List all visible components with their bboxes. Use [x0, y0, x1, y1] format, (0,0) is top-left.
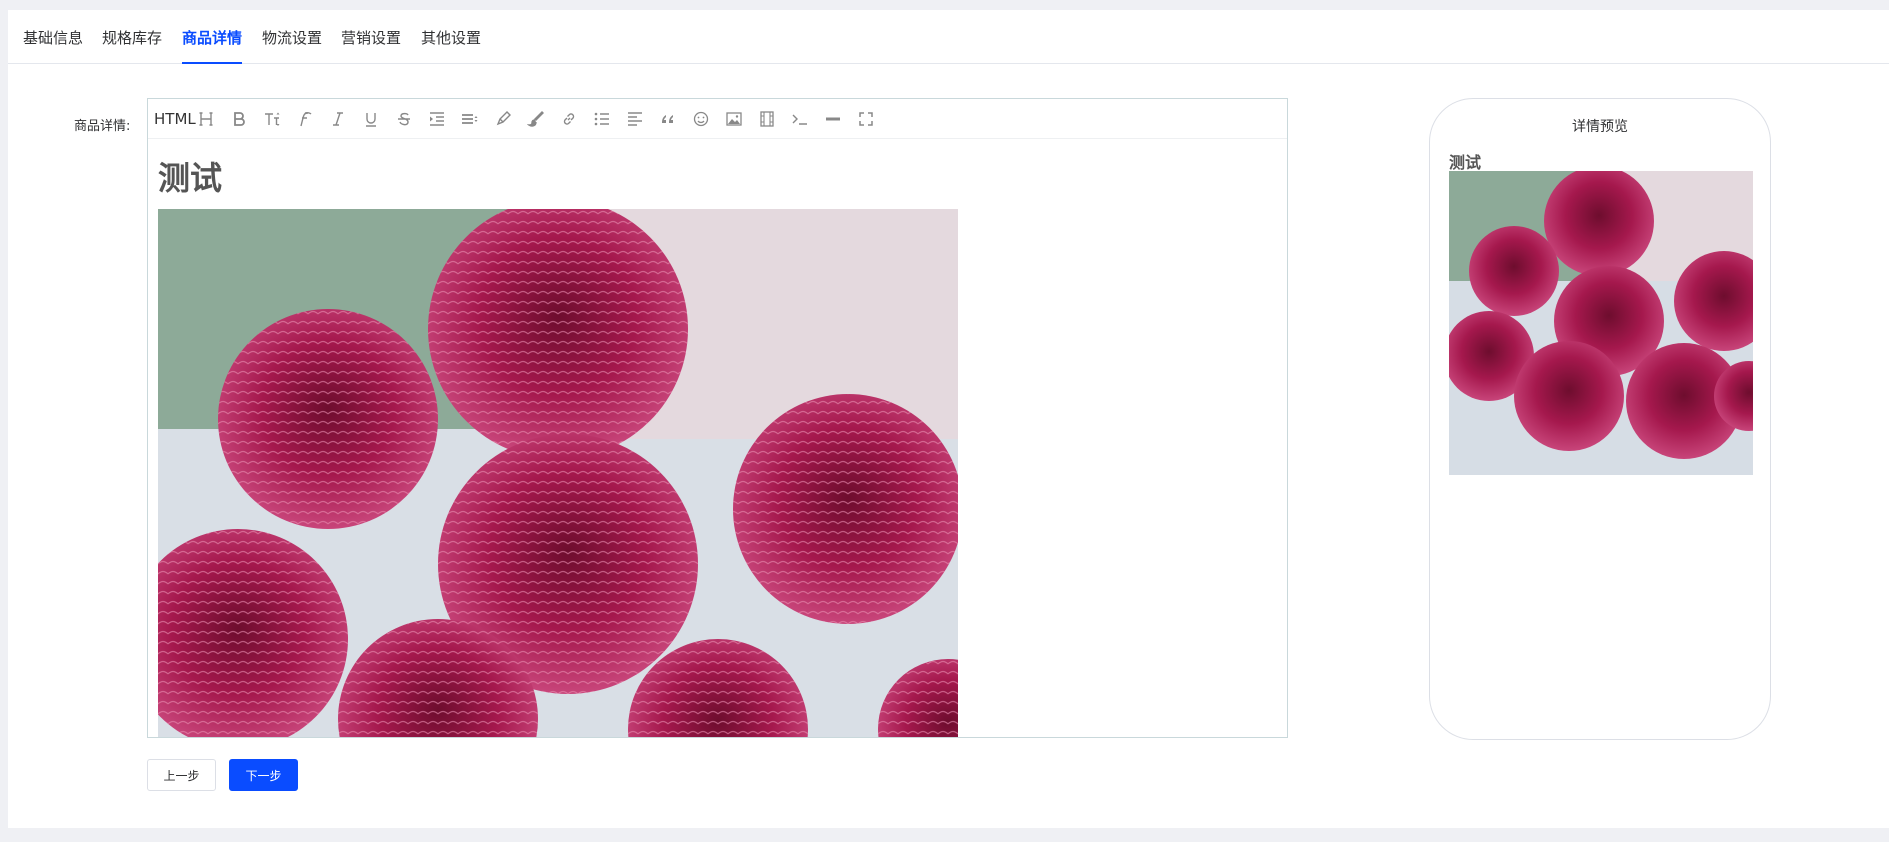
tab-bar: 基础信息 规格库存 商品详情 物流设置 营销设置 其他设置 — [8, 10, 1889, 64]
quote-icon[interactable] — [656, 107, 680, 131]
html-mode-button[interactable]: HTML — [154, 110, 196, 128]
tab-spec-stock[interactable]: 规格库存 — [102, 27, 162, 63]
flower-image — [158, 209, 958, 737]
editor-content-title: 测试 — [158, 159, 223, 197]
tab-product-detail[interactable]: 商品详情 — [182, 27, 243, 64]
italic-icon[interactable] — [326, 107, 350, 131]
link-icon[interactable] — [557, 107, 581, 131]
fore-color-icon[interactable] — [491, 107, 515, 131]
image-icon[interactable] — [722, 107, 746, 131]
tab-other[interactable]: 其他设置 — [421, 27, 481, 63]
preview-content-title: 测试 — [1449, 153, 1482, 172]
line-height-icon[interactable] — [458, 107, 482, 131]
back-color-icon[interactable] — [524, 107, 548, 131]
preview-title: 详情预览 — [1572, 119, 1628, 135]
heading-icon[interactable] — [194, 107, 218, 131]
rich-text-editor[interactable]: HTML 测试 — [147, 98, 1288, 738]
strikethrough-icon[interactable] — [392, 107, 416, 131]
prev-step-button[interactable]: 上一步 — [147, 759, 216, 791]
font-family-icon[interactable] — [293, 107, 317, 131]
emoticon-icon[interactable] — [689, 107, 713, 131]
bulleted-list-icon[interactable] — [590, 107, 614, 131]
tab-basic-info[interactable]: 基础信息 — [23, 27, 83, 63]
preview-flower-image — [1449, 171, 1753, 475]
tab-marketing[interactable]: 营销设置 — [341, 27, 401, 63]
fullscreen-icon[interactable] — [854, 107, 878, 131]
tab-logistics[interactable]: 物流设置 — [262, 27, 322, 63]
bold-icon[interactable] — [227, 107, 251, 131]
underline-icon[interactable] — [359, 107, 383, 131]
indent-icon[interactable] — [425, 107, 449, 131]
font-size-icon[interactable] — [260, 107, 284, 131]
product-detail-label: 商品详情: — [74, 119, 131, 134]
next-step-button[interactable]: 下一步 — [229, 759, 298, 791]
code-icon[interactable] — [788, 107, 812, 131]
video-icon[interactable] — [755, 107, 779, 131]
divider-icon[interactable] — [821, 107, 845, 131]
editor-toolbar: HTML — [148, 99, 1287, 139]
align-icon[interactable] — [623, 107, 647, 131]
mobile-preview: 详情预览 测试 — [1429, 98, 1771, 740]
product-editor-card: 基础信息 规格库存 商品详情 物流设置 营销设置 其他设置 商品详情: HTML — [8, 10, 1889, 828]
